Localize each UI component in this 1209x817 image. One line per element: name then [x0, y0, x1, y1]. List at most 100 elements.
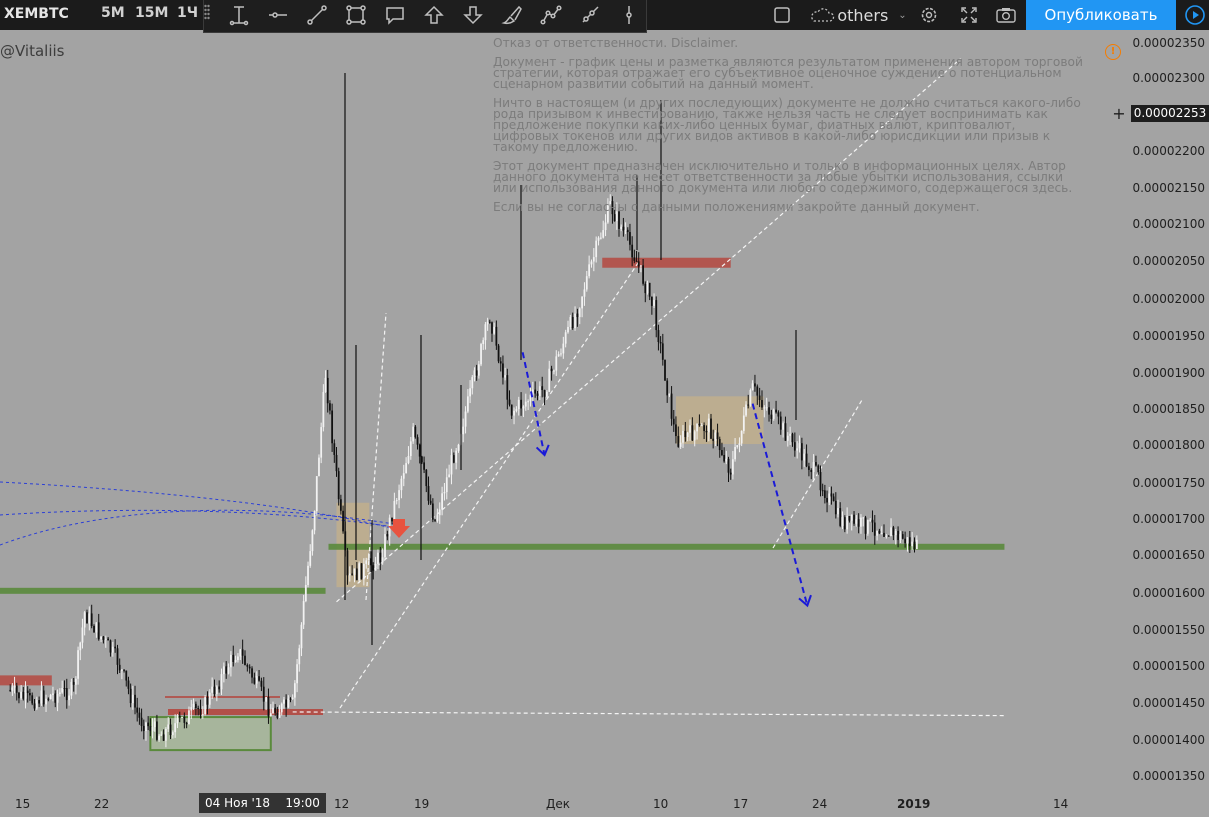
candle-body — [365, 560, 368, 564]
candle-body — [493, 326, 496, 334]
candle-body — [830, 493, 833, 497]
candle-body — [871, 519, 874, 523]
candle-body — [322, 392, 325, 428]
candle-body — [381, 557, 384, 563]
candle-body — [777, 412, 780, 417]
candle-body — [504, 375, 507, 378]
candle-body — [445, 477, 448, 493]
candle-body — [83, 612, 86, 628]
gear-icon[interactable] — [916, 0, 942, 30]
candle-body — [169, 724, 172, 736]
callout-tool-icon[interactable] — [376, 0, 414, 30]
symbol-name[interactable]: XEMBTC — [4, 6, 69, 22]
candle-body — [20, 691, 23, 699]
add-alert-plus-icon[interactable]: + — [1110, 105, 1128, 122]
candle-body — [791, 433, 794, 443]
fullscreen-square-icon[interactable] — [770, 0, 794, 30]
crosshair-time: 19:00 — [285, 796, 320, 810]
candle-body — [185, 722, 188, 725]
candle-body — [153, 721, 156, 728]
candle-body — [70, 681, 73, 696]
candle-body — [425, 469, 428, 487]
play-icon[interactable] — [1180, 0, 1209, 30]
candle-body — [686, 432, 689, 438]
disclaimer-line: Ничто в настоящем (и других последующих)… — [493, 96, 1081, 154]
candle-body — [510, 404, 513, 416]
candle-body — [696, 423, 698, 432]
horizontal-line-tool-icon[interactable] — [259, 0, 297, 30]
timeframe-15m[interactable]: 15М — [135, 5, 168, 21]
brush-tool-icon[interactable] — [493, 0, 531, 30]
price-tick-label: 0.00002200 — [1132, 144, 1205, 158]
candle-body — [819, 472, 822, 491]
candle-body — [167, 724, 170, 729]
camera-icon[interactable] — [993, 0, 1019, 30]
candle-body — [800, 443, 803, 461]
candle-body — [747, 404, 750, 406]
candle-body — [227, 667, 230, 674]
candle-body — [679, 442, 682, 447]
candle-body — [803, 453, 806, 461]
ray-tool-icon[interactable] — [571, 0, 609, 30]
candle-body — [488, 321, 491, 323]
drag-handle-icon[interactable] — [204, 0, 218, 30]
candle-body — [40, 690, 43, 704]
rectangle-tool-icon[interactable] — [337, 0, 375, 30]
candle-body — [866, 520, 869, 534]
publish-button[interactable]: Опубликовать — [1026, 0, 1176, 30]
candle-body — [765, 407, 768, 409]
candle-body — [116, 648, 119, 665]
layout-name: others — [837, 5, 889, 25]
candle-body — [253, 677, 256, 684]
candle-body — [657, 330, 660, 343]
candle-body — [267, 697, 270, 717]
candle-body — [899, 534, 902, 541]
path-tool-icon[interactable] — [532, 0, 570, 30]
candle-body — [471, 377, 474, 389]
candle-body — [120, 669, 123, 671]
candle-body — [725, 458, 728, 462]
forecast-arrow-head — [535, 444, 550, 457]
disclaimer-text: Отказ от ответственности. Disclaimer. До… — [493, 37, 1083, 221]
candle-body — [353, 568, 356, 575]
candle-body — [915, 539, 918, 550]
candle-body — [129, 688, 132, 704]
candle-body — [826, 497, 828, 503]
candle-body — [258, 676, 260, 681]
arrow-down-tool-icon[interactable] — [454, 0, 492, 30]
layout-selector[interactable]: others ⌄ — [806, 0, 910, 30]
candle-body — [326, 377, 329, 404]
candle-body — [763, 407, 766, 409]
candle-body — [450, 455, 453, 475]
vertical-line-tool-icon[interactable] — [610, 0, 648, 30]
candle-body — [320, 427, 323, 458]
candle-body — [484, 324, 487, 341]
text-cursor-tool-icon[interactable] — [220, 0, 258, 30]
trend-line-tool-icon[interactable] — [298, 0, 336, 30]
candle-body — [515, 409, 518, 411]
candle-body — [857, 519, 860, 527]
candle-body — [93, 625, 95, 633]
candle-body — [894, 530, 897, 536]
arrow-up-tool-icon[interactable] — [415, 0, 453, 30]
candle-body — [265, 697, 268, 702]
candle-body — [22, 691, 25, 699]
candle-body — [742, 415, 745, 431]
candle-body — [416, 437, 419, 445]
timeframe-1h[interactable]: 1Ч — [177, 5, 198, 21]
candle-body — [136, 707, 139, 713]
time-tick-label: 22 — [94, 797, 110, 811]
candle-body — [201, 714, 204, 716]
alert-icon[interactable]: ! — [1105, 44, 1121, 60]
candle-body — [402, 473, 405, 479]
expand-icon[interactable] — [956, 0, 982, 30]
time-tick-label: 15 — [15, 797, 31, 811]
candle-body — [88, 613, 91, 624]
chevron-down-icon: ⌄ — [898, 9, 907, 21]
candle-body — [125, 670, 128, 681]
candle-body — [850, 514, 853, 521]
timeframe-5m[interactable]: 5М — [101, 5, 125, 21]
candle-body — [703, 425, 706, 431]
candle-body — [789, 433, 792, 436]
price-tick-label: 0.00001650 — [1132, 548, 1205, 562]
